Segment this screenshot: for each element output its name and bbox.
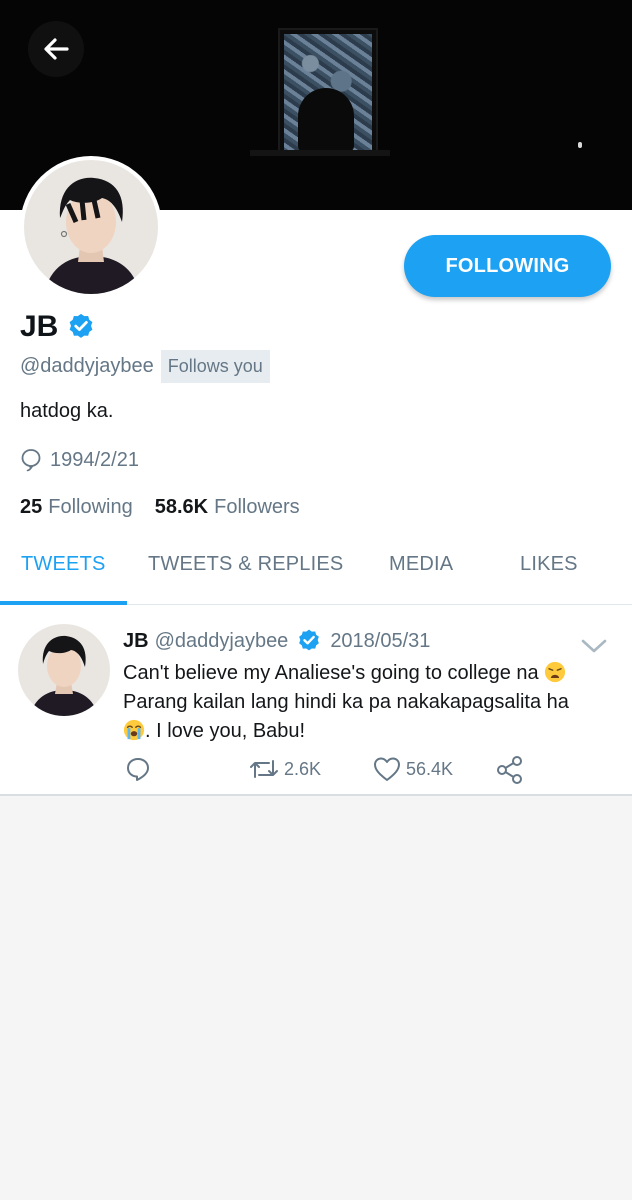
tweet-date: 2018/05/31 bbox=[330, 629, 431, 652]
following-count[interactable]: 25 bbox=[20, 496, 42, 519]
weary-face-icon bbox=[545, 661, 566, 683]
like-count: 56.4K bbox=[406, 758, 454, 779]
retweet-button[interactable]: 2.6K bbox=[248, 755, 321, 783]
profile-handle-row: @daddyjaybee Follows you bbox=[20, 350, 270, 383]
back-button[interactable] bbox=[28, 21, 84, 77]
banner-window-image bbox=[278, 28, 378, 156]
chevron-down-icon[interactable] bbox=[580, 637, 608, 655]
follows-you-badge: Follows you bbox=[160, 350, 270, 383]
followers-count[interactable]: 58.6K bbox=[155, 496, 208, 519]
like-button[interactable]: 56.4K bbox=[372, 755, 453, 783]
followers-label[interactable]: Followers bbox=[214, 496, 300, 519]
tab-tweets-and-replies[interactable]: TWEETS & REPLIES bbox=[148, 553, 343, 576]
tab-tweets[interactable]: TWEETS bbox=[21, 553, 106, 576]
loudly-crying-face-icon bbox=[123, 719, 145, 741]
birthday-text: 1994/2/21 bbox=[50, 448, 139, 471]
share-button[interactable] bbox=[495, 755, 529, 785]
profile-name: JB bbox=[20, 310, 59, 343]
profile-handle: @daddyjaybee bbox=[20, 355, 154, 377]
tweet-actions: 2.6K 56.4K bbox=[0, 755, 632, 787]
tweet-header: JB @daddyjaybee 2018/05/31 bbox=[123, 628, 430, 654]
reply-button[interactable] bbox=[124, 755, 156, 783]
retweet-count: 2.6K bbox=[284, 758, 322, 779]
share-icon bbox=[497, 756, 522, 784]
verified-badge-icon bbox=[69, 313, 93, 338]
tweet-divider bbox=[0, 794, 632, 796]
arrow-left-icon bbox=[44, 38, 69, 60]
profile-name-row: JB bbox=[20, 310, 96, 344]
profile-tabs: TWEETS TWEETS & REPLIES MEDIA LIKES bbox=[0, 540, 632, 604]
profile-page: FOLLOWING JB @daddyjaybee Follows you ha… bbox=[0, 0, 632, 1200]
birthday-row: 1994/2/21 bbox=[20, 448, 139, 472]
heart-icon bbox=[374, 757, 400, 781]
balloon-icon bbox=[21, 449, 41, 472]
profile-bio: hatdog ka. bbox=[20, 400, 114, 422]
tab-media[interactable]: MEDIA bbox=[389, 553, 453, 576]
reply-icon bbox=[127, 758, 149, 781]
profile-avatar[interactable] bbox=[20, 156, 162, 298]
verified-badge-icon bbox=[299, 629, 320, 651]
tweet-text: Can't believe my Analiese's going to col… bbox=[123, 659, 623, 746]
tweet-author-handle[interactable]: @daddyjaybee bbox=[155, 630, 289, 653]
tweet-avatar[interactable] bbox=[18, 624, 110, 716]
following-button[interactable]: FOLLOWING bbox=[404, 235, 611, 297]
retweet-icon bbox=[250, 760, 278, 778]
tweet-item[interactable]: JB @daddyjaybee 2018/05/31 Can't believe… bbox=[0, 605, 632, 795]
tab-likes[interactable]: LIKES bbox=[520, 553, 578, 576]
tweet-text-line-1: Can't believe my Analiese's going to col… bbox=[123, 662, 539, 684]
tweet-text-line-2: Parang kailan lang hindi ka pa nakakapag… bbox=[123, 691, 569, 713]
tweet-text-line-3: . I love you, Babu! bbox=[145, 720, 306, 742]
tweet-author-name[interactable]: JB bbox=[123, 630, 149, 653]
follow-stats: 25 Following 58.6K Followers bbox=[20, 496, 300, 519]
following-label[interactable]: Following bbox=[48, 496, 132, 519]
